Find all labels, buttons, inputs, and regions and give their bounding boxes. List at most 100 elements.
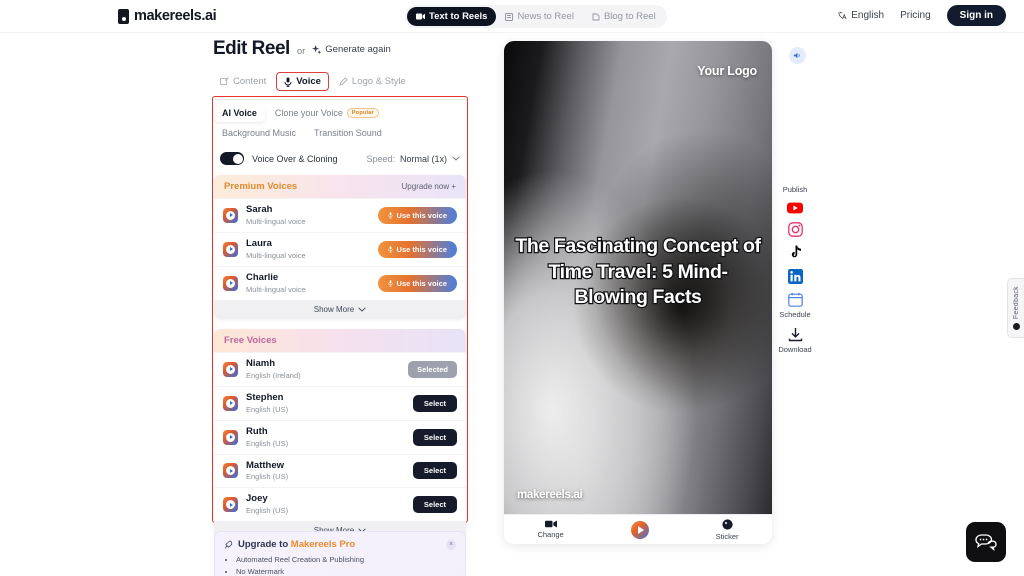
calendar-icon[interactable]: [787, 292, 803, 307]
mode-tabs: Text to Reels News to Reel Blog to Reel: [405, 5, 667, 28]
button-label: Use this voice: [396, 244, 447, 254]
promo-benefit-list: Automated Reel Creation & Publishing No …: [224, 554, 456, 576]
generate-again-button[interactable]: Generate again: [312, 44, 391, 55]
voice-control-row: Voice Over & Cloning Speed: Normal (1x): [214, 152, 466, 165]
voice-name: Ruth: [246, 425, 268, 437]
nav-tab-label: Text to Reels: [429, 11, 488, 22]
voice-list-item[interactable]: Charlie Multi-lingual voice Use this voi…: [214, 265, 466, 300]
step-tab-label: Voice: [296, 76, 321, 87]
voice-description: English (US): [246, 506, 289, 516]
upgrade-now-link[interactable]: Upgrade now +: [402, 182, 456, 191]
video-caption-text[interactable]: The Fascinating Concept of Time Travel: …: [514, 234, 762, 311]
voice-list-item[interactable]: Laura Multi-lingual voice Use this voice: [214, 231, 466, 266]
voice-action: Selected: [408, 360, 457, 378]
voice-list-item[interactable]: Sarah Multi-lingual voice Use this voice: [214, 198, 466, 232]
video-icon: [416, 13, 425, 20]
step-tab-voice[interactable]: Voice: [276, 72, 329, 91]
tiktok-icon[interactable]: [788, 245, 803, 261]
voice-action: Use this voice: [377, 240, 457, 258]
top-navigation-bar: makereels.ai Text to Reels News to Reel …: [0, 0, 1024, 33]
sparkle-icon: [312, 45, 322, 54]
voice-tab-transition-sound[interactable]: Transition Sound: [306, 124, 390, 142]
page-title: Edit Reel: [213, 38, 290, 59]
sticker-button[interactable]: Sticker: [715, 518, 739, 541]
voice-avatar-icon: [223, 497, 238, 513]
nav-tab-text-to-reels[interactable]: Text to Reels: [407, 7, 497, 26]
voice-avatar-icon: [223, 463, 238, 479]
youtube-icon[interactable]: [787, 202, 803, 214]
use-this-voice-button[interactable]: Use this voice: [377, 274, 457, 292]
group-header-free: Free Voices: [214, 328, 466, 352]
linkedin-icon[interactable]: [787, 269, 803, 284]
speed-dropdown[interactable]: Speed: Normal (1x): [366, 154, 466, 164]
voice-action: Select: [412, 462, 457, 480]
speed-key-label: Speed:: [366, 153, 395, 164]
show-more-label: Show More: [313, 304, 355, 314]
select-voice-button[interactable]: Select: [412, 496, 457, 514]
sign-in-button[interactable]: Sign in: [946, 5, 1006, 26]
select-voice-button[interactable]: Select: [412, 428, 457, 446]
voice-meta: Joey English (US): [246, 494, 289, 516]
chat-bubbles-icon: [975, 533, 997, 551]
voice-list-item[interactable]: Niamh English (Ireland) Selected: [214, 351, 466, 386]
step-tab-logo-style[interactable]: Logo & Style: [332, 73, 413, 90]
show-more-premium-button[interactable]: Show More: [214, 299, 466, 319]
feedback-dot-icon: [1012, 323, 1020, 331]
close-icon[interactable]: ×: [446, 539, 456, 550]
use-this-voice-button[interactable]: Use this voice: [377, 206, 457, 224]
voice-description: Multi-lingual voice: [246, 284, 306, 294]
use-this-voice-button[interactable]: Use this voice: [377, 240, 457, 258]
voice-avatar-icon: [223, 207, 238, 223]
button-label: Use this voice: [396, 278, 447, 288]
voice-action: Select: [412, 428, 457, 446]
step-tab-content[interactable]: Content: [213, 73, 273, 90]
select-voice-button[interactable]: Select: [412, 462, 457, 480]
voice-avatar-icon: [223, 395, 238, 411]
instagram-icon[interactable]: [787, 222, 803, 237]
watermark-label: makereels.ai: [517, 489, 583, 501]
mute-toggle-button[interactable]: [789, 47, 806, 64]
voice-description: English (US): [246, 438, 289, 448]
style-icon: [339, 77, 348, 86]
step-tab-label: Logo & Style: [351, 76, 406, 87]
sticker-icon: [721, 518, 733, 530]
download-icon[interactable]: [788, 327, 803, 342]
group-header-premium: Premium Voices Upgrade now +: [214, 175, 466, 198]
change-media-button[interactable]: Change: [537, 520, 564, 539]
voice-list-item[interactable]: Matthew English (US) Select: [214, 453, 466, 488]
feedback-label: Feedback: [1012, 285, 1020, 320]
play-button-wrapper[interactable]: [630, 520, 649, 539]
voice-avatar-icon: [223, 275, 238, 291]
voice-list-item[interactable]: Joey English (US) Select: [214, 487, 466, 522]
voice-list-item[interactable]: Stephen English (US) Select: [214, 385, 466, 420]
nav-tab-news-to-reel[interactable]: News to Reel: [496, 7, 583, 26]
group-title: Free Voices: [224, 334, 277, 346]
download-label: Download: [778, 345, 812, 354]
pricing-link[interactable]: Pricing: [900, 10, 931, 21]
logo-placeholder[interactable]: Your Logo: [697, 64, 757, 78]
voice-avatar-icon: [223, 361, 238, 377]
control-label: Sticker: [715, 531, 739, 541]
editor-header: Edit Reel or Generate again Content Voic…: [213, 38, 469, 100]
language-selector[interactable]: English: [838, 10, 884, 21]
voice-list-item[interactable]: Ruth English (US) Select: [214, 419, 466, 454]
voice-over-cloning-toggle[interactable]: [220, 152, 244, 165]
video-preview-panel: Your Logo The Fascinating Concept of Tim…: [504, 41, 772, 544]
brand-logo[interactable]: makereels.ai: [118, 8, 217, 24]
nav-tab-blog-to-reel[interactable]: Blog to Reel: [583, 7, 665, 26]
feedback-tab[interactable]: Feedback: [1007, 278, 1024, 338]
chat-support-button[interactable]: [966, 522, 1006, 562]
video-canvas[interactable]: Your Logo The Fascinating Concept of Tim…: [504, 41, 772, 514]
voice-tab-clone-your-voice[interactable]: Clone your Voice Popular: [267, 104, 387, 122]
nav-tab-label: Blog to Reel: [603, 11, 656, 22]
play-icon[interactable]: [630, 520, 649, 539]
voice-tab-ai-voice[interactable]: AI Voice: [214, 104, 265, 122]
promo-title-prefix: Upgrade to: [238, 539, 291, 550]
group-title: Premium Voices: [224, 181, 298, 192]
mic-icon: [387, 212, 393, 219]
voice-tab-background-music[interactable]: Background Music: [214, 124, 304, 142]
voice-tab-label: Background Music: [222, 128, 297, 138]
chevron-down-icon: [452, 156, 460, 161]
voice-description: English (Ireland): [246, 370, 301, 380]
select-voice-button[interactable]: Select: [412, 394, 457, 412]
